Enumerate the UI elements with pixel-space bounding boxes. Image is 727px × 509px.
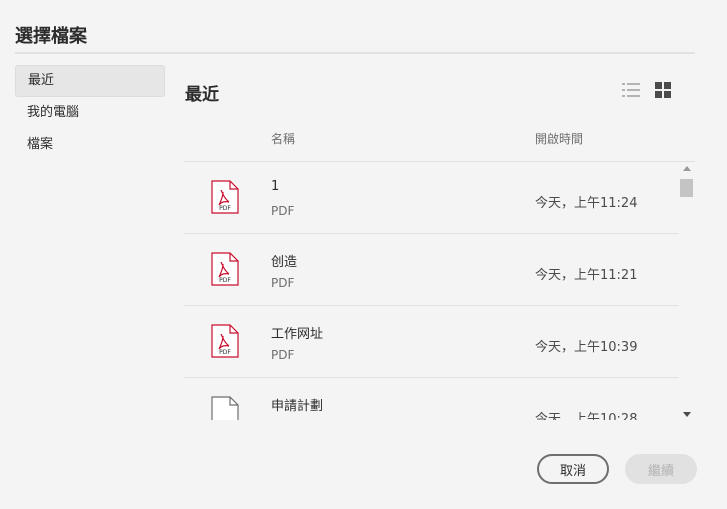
file-type: PDF (271, 204, 295, 218)
file-time: 今天，上午10:39 (535, 340, 638, 355)
file-type: PDF (271, 276, 295, 290)
file-row[interactable]: PDF 创造 PDF 今天，上午11:21 (184, 234, 679, 306)
sidebar-item-recent[interactable]: 最近 (15, 65, 165, 97)
scrollbar[interactable] (679, 162, 695, 420)
file-list: PDF 1 PDF 今天，上午11:24 PDF 创造 PDF 今天，上午11:… (184, 162, 679, 420)
scroll-thumb[interactable] (680, 179, 693, 197)
file-row[interactable]: 申請計劃 今天，上午10:28 (184, 378, 679, 420)
file-name: 工作网址 (271, 327, 324, 342)
continue-button[interactable]: 繼續 (625, 454, 697, 484)
file-name: 1 (271, 179, 280, 194)
scroll-up-icon[interactable] (679, 162, 695, 174)
file-name: 申請計劃 (271, 399, 324, 414)
grid-view-icon[interactable] (653, 80, 673, 100)
generic-file-icon (211, 396, 239, 420)
file-row[interactable]: PDF 工作网址 PDF 今天，上午10:39 (184, 306, 679, 378)
cancel-button[interactable]: 取消 (537, 454, 609, 484)
column-header-time[interactable]: 開啟時間 (535, 130, 583, 147)
list-view-icon[interactable] (621, 80, 641, 100)
sidebar-item-files[interactable]: 檔案 (15, 129, 165, 161)
page-title: 最近 (185, 85, 219, 105)
file-type: PDF (271, 348, 295, 362)
dialog-title: 選擇檔案 (15, 26, 87, 47)
column-header-name[interactable]: 名稱 (271, 130, 295, 147)
title-divider (15, 52, 695, 54)
file-time: 今天，上午11:24 (535, 196, 638, 211)
file-row[interactable]: PDF 1 PDF 今天，上午11:24 (184, 162, 679, 234)
file-time: 今天，上午10:28 (535, 412, 638, 420)
pdf-file-icon: PDF (211, 180, 239, 218)
file-time: 今天，上午11:21 (535, 268, 638, 283)
svg-text:PDF: PDF (219, 349, 231, 356)
pdf-file-icon: PDF (211, 324, 239, 362)
sidebar-item-my-computer[interactable]: 我的電腦 (15, 97, 165, 129)
sidebar: 最近 我的電腦 檔案 (15, 65, 165, 161)
svg-text:PDF: PDF (219, 277, 231, 284)
scroll-down-icon[interactable] (679, 408, 695, 420)
file-name: 创造 (271, 255, 298, 270)
pdf-file-icon: PDF (211, 252, 239, 290)
svg-text:PDF: PDF (219, 205, 231, 212)
